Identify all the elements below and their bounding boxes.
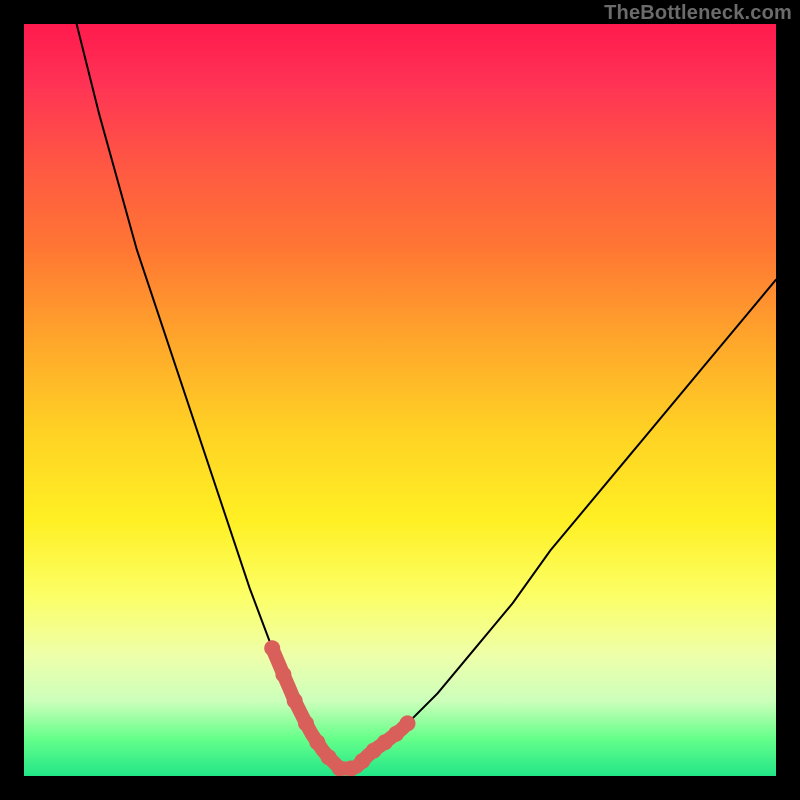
plot-area (24, 24, 776, 776)
trough-marker (275, 667, 291, 683)
trough-marker (309, 734, 325, 750)
trough-marker (264, 640, 280, 656)
watermark-label: TheBottleneck.com (604, 2, 792, 25)
chart-frame: TheBottleneck.com (0, 0, 800, 800)
chart-svg (24, 24, 776, 776)
trough-marker (298, 715, 314, 731)
trough-marker (400, 715, 416, 731)
trough-markers (264, 640, 415, 776)
trough-marker (287, 693, 303, 709)
bottleneck-curve (77, 24, 776, 769)
